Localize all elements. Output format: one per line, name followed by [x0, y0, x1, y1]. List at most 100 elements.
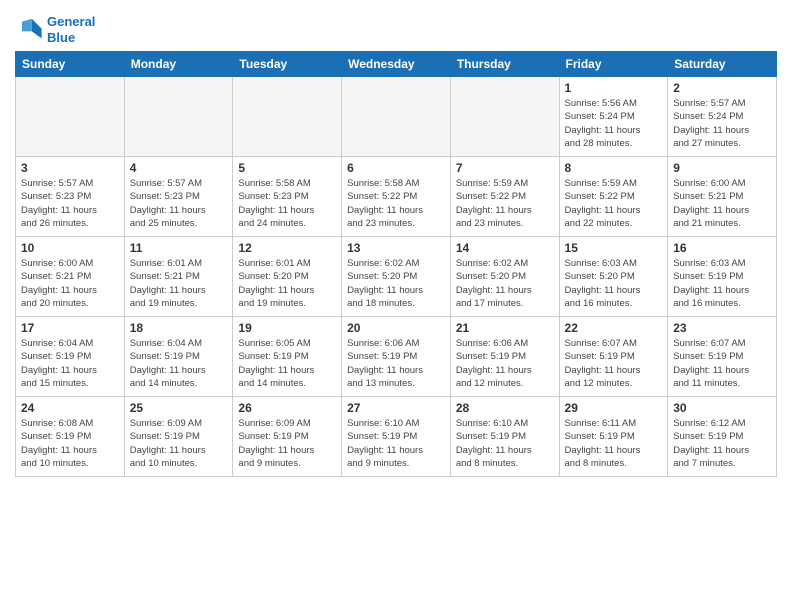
day-info: Sunrise: 6:07 AM Sunset: 5:19 PM Dayligh… [565, 337, 663, 390]
day-number: 5 [238, 161, 336, 175]
day-number: 23 [673, 321, 771, 335]
day-info: Sunrise: 6:00 AM Sunset: 5:21 PM Dayligh… [673, 177, 771, 230]
day-number: 30 [673, 401, 771, 415]
calendar-cell: 19 Sunrise: 6:05 AM Sunset: 5:19 PM Dayli… [233, 317, 342, 397]
day-number: 29 [565, 401, 663, 415]
calendar-cell: 2 Sunrise: 5:57 AM Sunset: 5:24 PM Daylig… [668, 77, 777, 157]
calendar-cell: 22 Sunrise: 6:07 AM Sunset: 5:19 PM Dayli… [559, 317, 668, 397]
day-number: 27 [347, 401, 445, 415]
calendar-cell: 1 Sunrise: 5:56 AM Sunset: 5:24 PM Daylig… [559, 77, 668, 157]
day-number: 28 [456, 401, 554, 415]
calendar-cell: 15 Sunrise: 6:03 AM Sunset: 5:20 PM Dayli… [559, 237, 668, 317]
day-info: Sunrise: 5:57 AM Sunset: 5:23 PM Dayligh… [21, 177, 119, 230]
day-number: 22 [565, 321, 663, 335]
day-info: Sunrise: 6:10 AM Sunset: 5:19 PM Dayligh… [347, 417, 445, 470]
day-info: Sunrise: 6:03 AM Sunset: 5:19 PM Dayligh… [673, 257, 771, 310]
calendar-cell: 17Sunrise: 6:04 AM Sunset: 5:19 PM Dayli… [16, 317, 125, 397]
calendar-cell: 12Sunrise: 6:01 AM Sunset: 5:20 PM Dayli… [233, 237, 342, 317]
day-info: Sunrise: 6:07 AM Sunset: 5:19 PM Dayligh… [673, 337, 771, 390]
logo: General Blue [15, 14, 95, 45]
day-number: 16 [673, 241, 771, 255]
calendar-cell: 30 Sunrise: 6:12 AM Sunset: 5:19 PM Dayli… [668, 397, 777, 477]
weekday-header-saturday: Saturday [668, 52, 777, 77]
day-number: 3 [21, 161, 119, 175]
calendar-cell: 10 Sunrise: 6:00 AM Sunset: 5:21 PM Dayli… [16, 237, 125, 317]
calendar-cell [16, 77, 125, 157]
calendar-cell: 23 Sunrise: 6:07 AM Sunset: 5:19 PM Dayli… [668, 317, 777, 397]
day-number: 24 [21, 401, 119, 415]
day-number: 9 [673, 161, 771, 175]
day-number: 21 [456, 321, 554, 335]
day-info: Sunrise: 6:06 AM Sunset: 5:19 PM Dayligh… [456, 337, 554, 390]
week-row-1: 1 Sunrise: 5:56 AM Sunset: 5:24 PM Daylig… [16, 77, 777, 157]
weekday-header-friday: Friday [559, 52, 668, 77]
day-info: Sunrise: 5:58 AM Sunset: 5:22 PM Dayligh… [347, 177, 445, 230]
calendar-table: SundayMondayTuesdayWednesdayThursdayFrid… [15, 51, 777, 477]
day-number: 19 [238, 321, 336, 335]
day-info: Sunrise: 6:05 AM Sunset: 5:19 PM Dayligh… [238, 337, 336, 390]
day-number: 17 [21, 321, 119, 335]
day-info: Sunrise: 6:08 AM Sunset: 5:19 PM Dayligh… [21, 417, 119, 470]
day-info: Sunrise: 6:02 AM Sunset: 5:20 PM Dayligh… [456, 257, 554, 310]
weekday-header-tuesday: Tuesday [233, 52, 342, 77]
calendar-cell [233, 77, 342, 157]
calendar-cell: 8Sunrise: 5:59 AM Sunset: 5:22 PM Daylig… [559, 157, 668, 237]
day-number: 4 [130, 161, 228, 175]
weekday-header-thursday: Thursday [450, 52, 559, 77]
day-info: Sunrise: 6:03 AM Sunset: 5:20 PM Dayligh… [565, 257, 663, 310]
day-info: Sunrise: 6:10 AM Sunset: 5:19 PM Dayligh… [456, 417, 554, 470]
day-number: 10 [21, 241, 119, 255]
calendar-cell: 5 Sunrise: 5:58 AM Sunset: 5:23 PM Daylig… [233, 157, 342, 237]
calendar-cell: 16 Sunrise: 6:03 AM Sunset: 5:19 PM Dayli… [668, 237, 777, 317]
week-row-4: 17 Sunrise: 6:04 AM Sunset: 5:19 PM Dayli… [16, 317, 777, 397]
day-number: 25 [130, 401, 228, 415]
day-info: Sunrise: 5:57 AM Sunset: 5:24 PM Dayligh… [673, 97, 771, 150]
day-info: Sunrise: 6:09 AM Sunset: 5:19 PM Dayligh… [130, 417, 228, 470]
day-number: 26 [238, 401, 336, 415]
day-info: Sunrise: 6:09 AM Sunset: 5:19 PM Dayligh… [238, 417, 336, 470]
day-number: 13 [347, 241, 445, 255]
day-number: 7 [456, 161, 554, 175]
day-number: 1 [565, 81, 663, 95]
calendar-cell: 27 Sunrise: 6:10 AM Sunset: 5:19 PM Dayli… [342, 397, 451, 477]
calendar-cell: 18 Sunrise: 6:04 AM Sunset: 5:19 PM Dayli… [124, 317, 233, 397]
calendar-cell: 29 Sunrise: 6:11 AM Sunset: 5:19 PM Dayli… [559, 397, 668, 477]
day-number: 12 [238, 241, 336, 255]
weekday-header-sunday: Sunday [16, 52, 125, 77]
day-info: Sunrise: 5:59 AM Sunset: 5:22 PM Dayligh… [565, 177, 663, 230]
day-info: Sunrise: 6:02 AM Sunset: 5:20 PM Dayligh… [347, 257, 445, 310]
calendar-cell: 24 Sunrise: 6:08 AM Sunset: 5:19 PM Dayli… [16, 397, 125, 477]
day-info: Sunrise: 5:57 AM Sunset: 5:23 PM Dayligh… [130, 177, 228, 230]
day-info: Sunrise: 5:56 AM Sunset: 5:24 PM Dayligh… [565, 97, 663, 150]
day-info: Sunrise: 6:06 AM Sunset: 5:19 PM Dayligh… [347, 337, 445, 390]
day-number: 2 [673, 81, 771, 95]
day-number: 18 [130, 321, 228, 335]
day-info: Sunrise: 5:58 AM Sunset: 5:23 PM Dayligh… [238, 177, 336, 230]
calendar-cell: 9 Sunrise: 6:00 AM Sunset: 5:21 PM Daylig… [668, 157, 777, 237]
calendar-cell: 26 Sunrise: 6:09 AM Sunset: 5:19 PM Dayli… [233, 397, 342, 477]
calendar-cell: 25 Sunrise: 6:09 AM Sunset: 5:19 PM Dayli… [124, 397, 233, 477]
weekday-header-wednesday: Wednesday [342, 52, 451, 77]
day-info: Sunrise: 6:04 AM Sunset: 5:19 PM Dayligh… [130, 337, 228, 390]
day-info: Sunrise: 6:00 AM Sunset: 5:21 PM Dayligh… [21, 257, 119, 310]
day-info: Sunrise: 6:12 AM Sunset: 5:19 PM Dayligh… [673, 417, 771, 470]
calendar-cell: 21 Sunrise: 6:06 AM Sunset: 5:19 PM Dayli… [450, 317, 559, 397]
logo-icon [15, 16, 43, 44]
calendar-cell [124, 77, 233, 157]
day-number: 14 [456, 241, 554, 255]
day-info: Sunrise: 5:59 AM Sunset: 5:22 PM Dayligh… [456, 177, 554, 230]
week-row-2: 3 Sunrise: 5:57 AM Sunset: 5:23 PM Daylig… [16, 157, 777, 237]
day-number: 6 [347, 161, 445, 175]
calendar-cell [342, 77, 451, 157]
logo-text: General Blue [47, 14, 95, 45]
day-info: Sunrise: 6:11 AM Sunset: 5:19 PM Dayligh… [565, 417, 663, 470]
week-row-3: 10 Sunrise: 6:00 AM Sunset: 5:21 PM Dayli… [16, 237, 777, 317]
day-number: 11 [130, 241, 228, 255]
day-number: 15 [565, 241, 663, 255]
calendar-cell: 14 Sunrise: 6:02 AM Sunset: 5:20 PM Dayli… [450, 237, 559, 317]
week-row-5: 24 Sunrise: 6:08 AM Sunset: 5:19 PM Dayli… [16, 397, 777, 477]
calendar-cell: 7 Sunrise: 5:59 AM Sunset: 5:22 PM Daylig… [450, 157, 559, 237]
calendar-cell: 4 Sunrise: 5:57 AM Sunset: 5:23 PM Daylig… [124, 157, 233, 237]
calendar-cell: 13 Sunrise: 6:02 AM Sunset: 5:20 PM Dayli… [342, 237, 451, 317]
calendar-cell: 28 Sunrise: 6:10 AM Sunset: 5:19 PM Dayli… [450, 397, 559, 477]
